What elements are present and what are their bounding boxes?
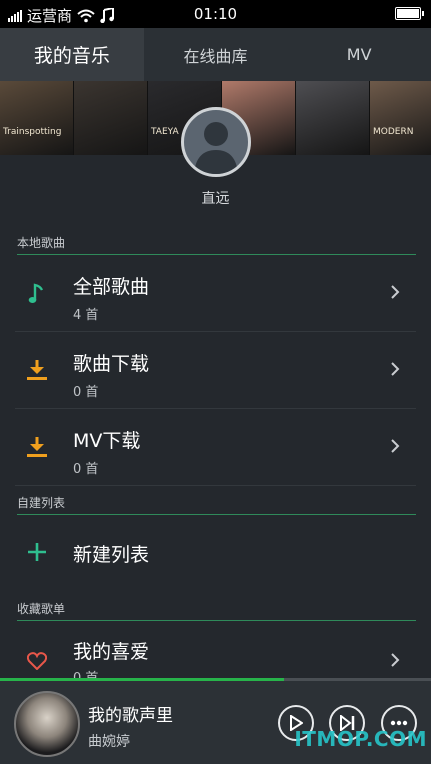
album-cover-text: MODERN bbox=[373, 127, 414, 137]
user-name: 直远 bbox=[201, 191, 230, 207]
person-icon bbox=[194, 122, 238, 174]
row-count: 4 首 bbox=[73, 308, 99, 323]
album-cover[interactable]: Trainspotting bbox=[0, 81, 74, 155]
user-avatar[interactable] bbox=[181, 107, 251, 177]
row-mv-downloads[interactable]: MV下载 0 首 bbox=[15, 409, 416, 486]
row-title: MV下载 bbox=[73, 430, 141, 452]
more-icon bbox=[390, 720, 408, 726]
status-bar: 运营商 01:10 bbox=[0, 0, 431, 28]
album-cover[interactable]: MODERN bbox=[370, 81, 431, 155]
download-icon bbox=[25, 435, 49, 459]
section-custom-lists: 自建列表 bbox=[17, 494, 416, 515]
watermark: ITMOP.COM bbox=[294, 727, 427, 751]
album-art[interactable] bbox=[14, 691, 80, 757]
artist-name: 曲婉婷 bbox=[88, 734, 130, 750]
tab-mv[interactable]: MV bbox=[287, 28, 431, 81]
music-note-icon bbox=[25, 281, 49, 305]
section-local-songs: 本地歌曲 bbox=[17, 234, 416, 255]
row-count: 0 首 bbox=[73, 385, 99, 400]
now-playing-bar[interactable]: 我的歌声里 曲婉婷 ITMOP.COM bbox=[0, 681, 431, 764]
album-cover[interactable] bbox=[74, 81, 148, 155]
row-title: 全部歌曲 bbox=[73, 276, 150, 298]
chevron-right-icon bbox=[391, 439, 400, 453]
section-favorites: 收藏歌单 bbox=[17, 600, 416, 621]
chevron-right-icon bbox=[391, 653, 400, 667]
download-icon bbox=[25, 358, 49, 382]
section-title: 收藏歌单 bbox=[17, 602, 66, 616]
section-title: 本地歌曲 bbox=[17, 236, 66, 250]
album-cover-text: TAEYA bbox=[151, 127, 179, 137]
album-cover[interactable] bbox=[296, 81, 370, 155]
song-title: 我的歌声里 bbox=[88, 706, 173, 726]
row-count: 0 首 bbox=[73, 462, 99, 477]
tab-bar: 我的音乐 在线曲库 MV bbox=[0, 28, 431, 81]
album-cover-text: Trainspotting bbox=[3, 127, 62, 137]
tab-my-music[interactable]: 我的音乐 bbox=[0, 28, 144, 81]
section-title: 自建列表 bbox=[17, 496, 66, 510]
row-my-favorites[interactable]: 我的喜爱 0 首 bbox=[15, 621, 416, 678]
row-title: 新建列表 bbox=[73, 544, 150, 566]
heart-icon bbox=[25, 649, 49, 673]
row-title: 歌曲下载 bbox=[73, 353, 150, 375]
chevron-right-icon bbox=[391, 362, 400, 376]
row-song-downloads[interactable]: 歌曲下载 0 首 bbox=[15, 332, 416, 409]
clock: 01:10 bbox=[193, 5, 238, 23]
chevron-right-icon bbox=[391, 285, 400, 299]
row-title: 我的喜爱 bbox=[73, 641, 150, 663]
row-count: 0 首 bbox=[73, 667, 98, 678]
battery-icon bbox=[395, 7, 424, 20]
tab-online-library[interactable]: 在线曲库 bbox=[144, 28, 288, 81]
row-all-songs[interactable]: 全部歌曲 4 首 bbox=[15, 255, 416, 332]
plus-icon bbox=[25, 540, 49, 564]
row-new-list[interactable]: 新建列表 bbox=[15, 515, 416, 590]
